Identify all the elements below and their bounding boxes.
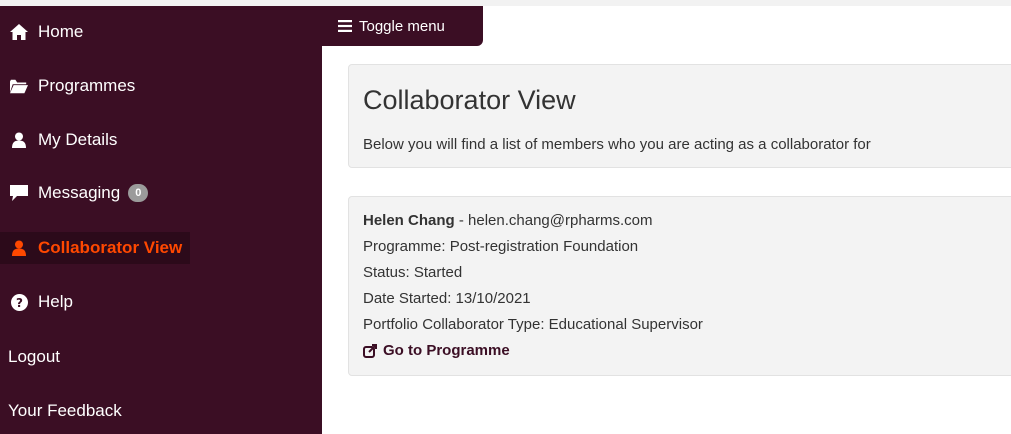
external-link-icon — [363, 343, 377, 358]
sidebar-item-label: Help — [38, 292, 73, 311]
page-subtitle: Below you will find a list of members wh… — [363, 136, 871, 153]
sidebar-item-messaging[interactable]: Messaging 0 — [0, 178, 149, 208]
question-circle-icon: ? — [10, 293, 28, 311]
page-header: Collaborator View Below you will find a … — [348, 64, 1011, 168]
toggle-menu-button[interactable]: Toggle menu — [322, 6, 483, 46]
sidebar-item-help[interactable]: ? Help — [0, 287, 73, 317]
sidebar-item-collaborator-view[interactable]: Collaborator View — [0, 232, 191, 264]
sidebar-item-label: Collaborator View — [38, 238, 183, 257]
member-name: Helen Chang — [363, 212, 455, 229]
go-to-programme-link[interactable]: Go to Programme — [363, 342, 510, 359]
page-title: Collaborator View — [363, 85, 576, 115]
sidebar-item-label: Home — [38, 22, 84, 41]
user-icon — [10, 239, 28, 257]
member-date-started: Date Started: 13/10/2021 — [363, 290, 531, 307]
member-status: Status: Started — [363, 264, 463, 281]
member-heading: Helen Chang - helen.chang@rpharms.com — [363, 212, 653, 229]
go-to-programme-label: Go to Programme — [383, 342, 510, 359]
folder-open-icon — [10, 77, 28, 95]
member-email: - helen.chang@rpharms.com — [454, 212, 653, 229]
sidebar-item-your-feedback[interactable]: Your Feedback — [0, 396, 122, 426]
sidebar-item-label: Your Feedback — [8, 401, 122, 420]
member-programme: Programme: Post-registration Foundation — [363, 238, 639, 255]
sidebar-item-logout[interactable]: Logout — [0, 342, 60, 372]
svg-text:?: ? — [16, 296, 23, 310]
user-icon — [10, 131, 28, 149]
sidebar-item-my-details[interactable]: My Details — [0, 125, 117, 155]
member-collaborator-type: Portfolio Collaborator Type: Educational… — [363, 316, 703, 333]
toggle-menu-label: Toggle menu — [359, 17, 445, 35]
sidebar-item-label: My Details — [38, 130, 118, 149]
sidebar-item-home[interactable]: Home — [0, 17, 83, 47]
unread-count-badge: 0 — [128, 184, 149, 202]
sidebar-item-label: Logout — [8, 347, 60, 366]
home-icon — [10, 23, 28, 41]
comment-icon — [10, 184, 28, 202]
bars-icon — [338, 20, 352, 32]
sidebar-item-label: Programmes — [38, 76, 136, 95]
sidebar-item-programmes[interactable]: Programmes — [0, 71, 135, 101]
sidebar-item-label: Messaging — [38, 183, 121, 202]
member-card: Helen Chang - helen.chang@rpharms.com Pr… — [348, 196, 1011, 376]
sidebar: Home Programmes My Details Messaging 0 C… — [0, 6, 322, 434]
